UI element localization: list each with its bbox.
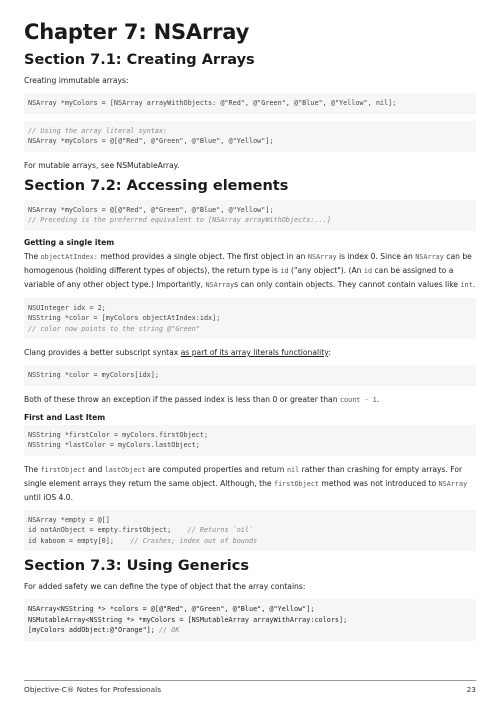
- code-comment: // color now points to the string @"Gree…: [28, 324, 200, 333]
- section-7-1-title: Section 7.1: Creating Arrays: [24, 52, 255, 68]
- s2-code-block-4: NSString *firstColor = myColors.firstObj…: [24, 424, 476, 456]
- code-line: NSArray<NSString *> *colors = @[@"Red", …: [28, 605, 315, 613]
- footer-book-title: Objective-C® Notes for Professionals: [24, 685, 162, 694]
- code-line: id notAnObject = empty.firstObject;: [28, 526, 172, 534]
- s2-para-4: The firstObject and lastObject are compu…: [24, 464, 468, 502]
- code-line: NSArray *myColors = @[@"Red", @"Green", …: [28, 137, 274, 145]
- code-comment: // Returns `nil`: [187, 526, 254, 534]
- s2-para-1: The objectAtIndex: method provides a sin…: [24, 251, 476, 289]
- code-line: id kaboom = empty[0];: [28, 536, 114, 545]
- code-line: [myColors addObject:@"Orange"];: [28, 626, 155, 634]
- code-line: NSString *lastColor = myColors.lastObjec…: [28, 441, 200, 449]
- code-line: NSArray *empty = @[]: [28, 515, 110, 524]
- code-line: NSMutableArray<NSString *> *myColors = […: [28, 615, 348, 624]
- s3-code-block: NSArray<NSString *> *colors = @[@"Red", …: [24, 599, 476, 641]
- array-literals-link[interactable]: as part of its array literals functional…: [181, 348, 328, 357]
- code-line: NSUInteger idx = 2;: [28, 303, 106, 312]
- footer-page-number: 23: [466, 685, 476, 694]
- code-comment: // Crashes; index out of bounds: [130, 536, 258, 545]
- s1-intro: Creating immutable arrays:: [24, 76, 129, 85]
- subheading-first-last: First and Last Item: [24, 412, 106, 422]
- code-comment: // OK: [158, 626, 180, 634]
- page-footer: Objective-C® Notes for Professionals 23: [24, 680, 476, 694]
- code-line: NSArray *myColors = @[@"Red", @"Green", …: [28, 205, 274, 214]
- s2-code-block-5: NSArray *empty = @[] id notAnObject = em…: [24, 509, 476, 551]
- s1-code-block-1: NSArray *myColors = [NSArray arrayWithOb…: [24, 93, 476, 114]
- subheading-single-item: Getting a single item: [24, 237, 115, 247]
- section-7-2-title: Section 7.2: Accessing elements: [24, 177, 289, 194]
- s1-code-block-2: // Using the array literal syntax: NSArr…: [24, 120, 476, 152]
- s1-outro: For mutable arrays, see NSMutableArray.: [24, 160, 180, 170]
- s2-para-2: Clang provides a better subscript syntax…: [24, 348, 331, 357]
- s2-code-block-2: NSUInteger idx = 2; NSString *color = [m…: [24, 297, 476, 339]
- s3-intro: For added safety we can define the type …: [24, 582, 306, 591]
- code-line: NSString *color = myColors[idx];: [28, 371, 159, 379]
- code-comment: // Preceding is the preferred equivalent…: [28, 216, 331, 224]
- code-line: NSString *color = [myColors objectAtInde…: [28, 314, 221, 322]
- code-comment: // Using the array literal syntax:: [28, 126, 168, 135]
- page-content: Chapter 7: NSArray Section 7.1: Creating…: [24, 20, 476, 648]
- s2-code-block-1: NSArray *myColors = @[@"Red", @"Green", …: [24, 199, 476, 231]
- section-7-3-title: Section 7.3: Using Generics: [24, 558, 250, 574]
- code-line: NSString *firstColor = myColors.firstObj…: [28, 430, 209, 439]
- chapter-title: Chapter 7: NSArray: [24, 20, 250, 44]
- s2-code-block-3: NSString *color = myColors[idx];: [24, 365, 476, 386]
- code-line: NSArray *myColors = [NSArray arrayWithOb…: [28, 99, 397, 107]
- s2-para-3: Both of these throw an exception if the …: [24, 394, 380, 404]
